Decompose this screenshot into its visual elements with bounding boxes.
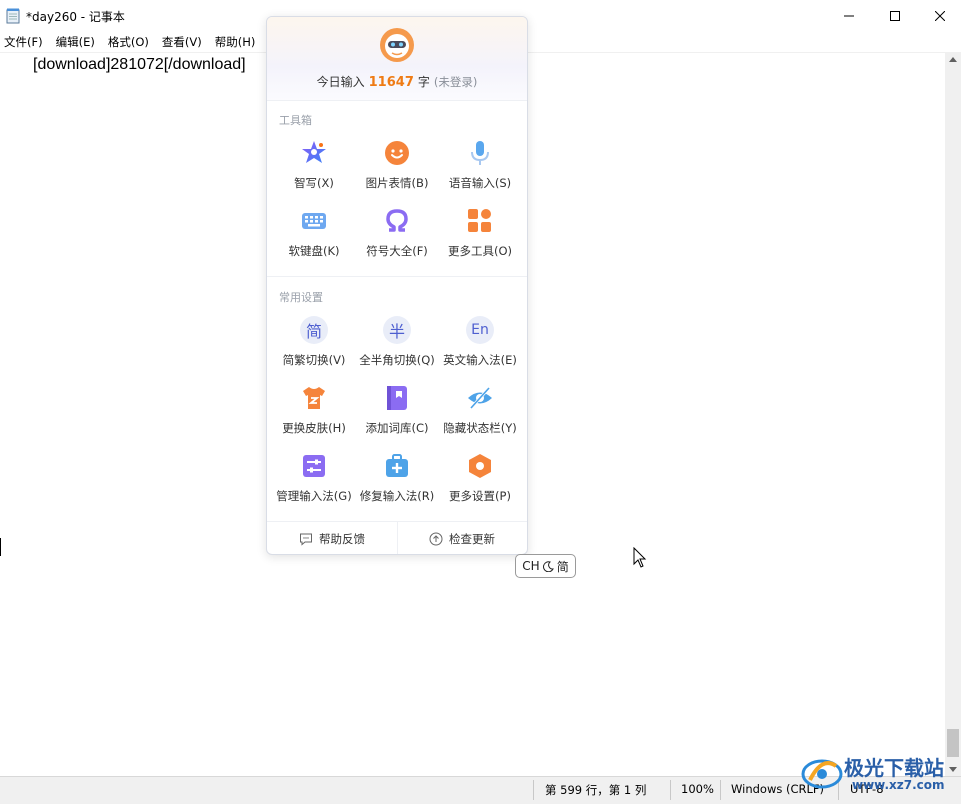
notepad-app-icon (6, 8, 20, 24)
cursor-position: 第 599 行，第 1 列 (545, 783, 647, 797)
half-width-icon: 半 (383, 316, 411, 344)
setting-manage-ime[interactable]: 管理输入法(G) (271, 452, 357, 510)
simplified-traditional-icon: 简 (300, 316, 328, 344)
tool-label: 软键盘(K) (288, 244, 340, 258)
setting-repair-ime[interactable]: 修复输入法(R) (354, 452, 440, 510)
check-update-button[interactable]: 检查更新 (397, 522, 527, 554)
text-caret (0, 538, 1, 556)
glyph-half: 半 (383, 316, 411, 344)
emoji-icon (383, 139, 411, 167)
editor-line: [download]281072[/download] (33, 56, 246, 73)
mouse-pointer-icon (633, 547, 647, 568)
status-divider (720, 780, 721, 800)
smart-write-icon (300, 139, 328, 167)
stat-prefix: 今日输入 (316, 75, 365, 89)
watermark-logo (801, 759, 843, 789)
setting-label: 更多设置(P) (449, 489, 511, 503)
setting-label: 英文输入法(E) (443, 353, 517, 367)
stat-unit: 字 (417, 75, 430, 89)
setting-simplified-traditional[interactable]: 简 简繁切换(V) (271, 316, 357, 374)
ime-footer: 帮助反馈 检查更新 (267, 521, 527, 554)
setting-hide-statusbar[interactable]: 隐藏状态栏(Y) (437, 384, 523, 442)
omega-icon (383, 207, 411, 235)
section-divider (267, 276, 527, 277)
footer-divider (397, 522, 398, 554)
setting-add-dictionary[interactable]: 添加词库(C) (354, 384, 440, 442)
ime-lang: CH (522, 559, 540, 573)
minimize-button[interactable] (826, 0, 872, 32)
char-count: 11647 (368, 75, 414, 90)
typing-stat: 今日输入 11647 字 (未登录) (267, 73, 527, 90)
setting-label: 简繁切换(V) (282, 353, 346, 367)
setting-change-skin[interactable]: 更换皮肤(H) (271, 384, 357, 442)
status-divider (670, 780, 671, 800)
repair-kit-icon (383, 452, 411, 480)
minimize-icon (844, 15, 854, 17)
toolbox-title: 工具箱 (279, 114, 312, 127)
glyph-english: En (466, 316, 494, 344)
settings-title: 常用设置 (279, 291, 323, 304)
scroll-up-arrow-icon[interactable] (949, 57, 957, 62)
ime-mode: 简 (556, 559, 569, 574)
watermark-text: 极光下载站 (844, 756, 944, 780)
check-update-label: 检查更新 (449, 532, 495, 546)
watermark: 极光下载站 www.xz7.com (800, 748, 958, 798)
tool-soft-keyboard[interactable]: 软键盘(K) (271, 207, 357, 265)
setting-more-settings[interactable]: 更多设置(P) (437, 452, 523, 510)
setting-label: 管理输入法(G) (276, 489, 352, 503)
manage-sliders-icon (300, 452, 328, 480)
tool-more-tools[interactable]: 更多工具(O) (437, 207, 523, 265)
moon-icon (542, 560, 554, 572)
tool-image-emoji[interactable]: 图片表情(B) (354, 139, 440, 197)
apps-grid-icon (466, 207, 494, 235)
setting-label: 添加词库(C) (365, 421, 429, 435)
tool-label: 图片表情(B) (365, 176, 429, 190)
tool-label: 更多工具(O) (447, 244, 513, 258)
close-icon (935, 11, 945, 21)
menu-help[interactable]: 帮助(H) (211, 32, 256, 52)
setting-label: 修复输入法(R) (359, 489, 435, 503)
setting-label: 全半角切换(Q) (359, 353, 435, 367)
menu-file[interactable]: 文件(F) (0, 32, 43, 52)
setting-label: 更换皮肤(H) (282, 421, 346, 435)
dictionary-icon (383, 384, 411, 412)
menu-edit[interactable]: 编辑(E) (52, 32, 95, 52)
help-feedback-label: 帮助反馈 (319, 532, 365, 546)
tool-label: 语音输入(S) (448, 176, 512, 190)
skin-shirt-icon (300, 384, 328, 412)
settings-hexagon-icon (466, 452, 494, 480)
keyboard-icon (300, 207, 328, 235)
english-icon: En (466, 316, 494, 344)
maximize-button[interactable] (872, 0, 918, 32)
chat-bubble-icon (300, 533, 312, 546)
ime-status-chip[interactable]: CH 简 (515, 554, 576, 578)
setting-half-full-width[interactable]: 半 全半角切换(Q) (354, 316, 440, 374)
notepad-window: *day260 - 记事本 文件(F) 编辑(E) 格式(O) 查看(V) 帮助… (0, 0, 961, 804)
maximize-icon (890, 11, 900, 21)
microphone-icon (466, 139, 494, 167)
help-feedback-button[interactable]: 帮助反馈 (267, 522, 397, 554)
tool-symbols[interactable]: 符号大全(F) (354, 207, 440, 265)
watermark-url: www.xz7.com (852, 778, 945, 792)
close-button[interactable] (917, 0, 961, 32)
status-divider (533, 780, 534, 800)
glyph-simplified: 简 (300, 316, 328, 344)
window-title: *day260 - 记事本 (26, 10, 125, 24)
setting-label: 隐藏状态栏(Y) (443, 421, 517, 435)
zoom-level: 100% (681, 782, 714, 796)
menu-format[interactable]: 格式(O) (104, 32, 149, 52)
tool-label: 符号大全(F) (366, 244, 428, 258)
login-status[interactable]: (未登录) (434, 75, 477, 89)
tool-voice-input[interactable]: 语音输入(S) (437, 139, 523, 197)
ime-mascot-avatar[interactable] (379, 27, 415, 63)
upload-arrow-icon (429, 532, 443, 546)
tool-label: 智写(X) (294, 176, 334, 190)
menu-view[interactable]: 查看(V) (158, 32, 202, 52)
vertical-scrollbar[interactable] (945, 53, 961, 776)
hide-eye-icon (466, 384, 494, 412)
ime-menu-panel: 今日输入 11647 字 (未登录) 工具箱 智写(X) 图片表情(B) 语音输… (266, 16, 528, 555)
ime-header: 今日输入 11647 字 (未登录) (267, 17, 527, 101)
tool-smart-write[interactable]: 智写(X) (271, 139, 357, 197)
setting-english-mode[interactable]: En 英文输入法(E) (437, 316, 523, 374)
